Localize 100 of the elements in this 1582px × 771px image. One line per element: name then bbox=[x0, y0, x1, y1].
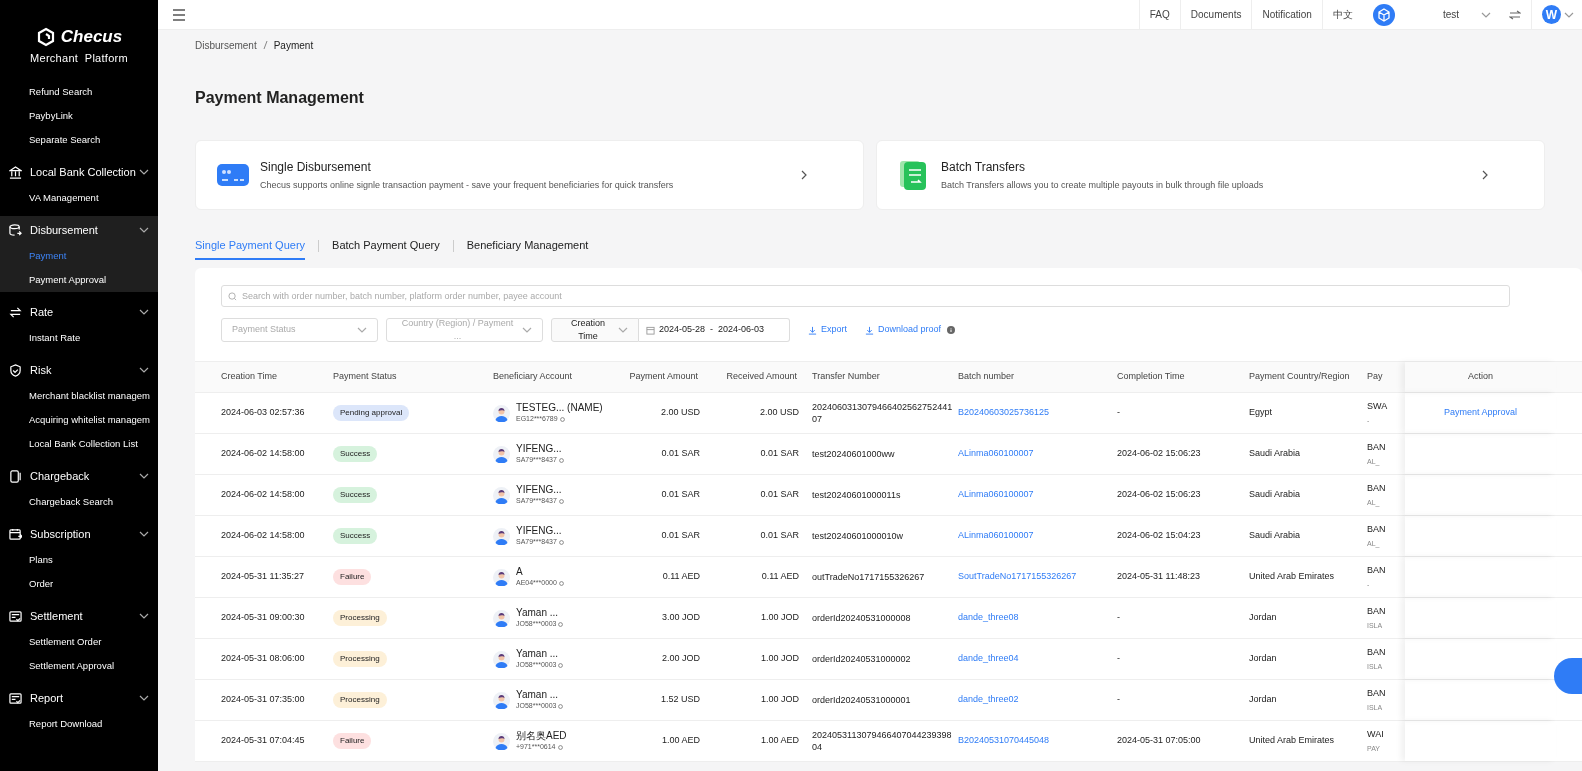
chevron-icon bbox=[139, 309, 149, 315]
menu-item[interactable]: VA Management bbox=[0, 186, 158, 210]
table-cell-text: BAN bbox=[1367, 563, 1387, 577]
table-cell-text: - bbox=[1117, 406, 1121, 420]
avatar-icon bbox=[493, 527, 510, 545]
table-cell-text: test20240601000011s bbox=[811, 489, 902, 501]
menu-item[interactable]: Payment Approval bbox=[0, 268, 158, 292]
logo-icon bbox=[35, 26, 56, 47]
menu-group[interactable]: Settlement bbox=[0, 602, 158, 630]
table-cell-text: SWA bbox=[1367, 399, 1389, 413]
menu-item[interactable]: PaybyLink bbox=[0, 104, 158, 128]
status-badge: Processing bbox=[333, 651, 387, 667]
menu-item[interactable]: Payment bbox=[0, 244, 158, 268]
chevron-icon bbox=[139, 695, 149, 701]
batch-link[interactable]: SoutTradeNo1717155326267 bbox=[958, 570, 1117, 584]
approval-link[interactable]: Payment Approval bbox=[1443, 406, 1517, 420]
menu-group[interactable]: Risk bbox=[0, 356, 158, 384]
top-link[interactable]: 中文 bbox=[1321, 0, 1363, 29]
separator-icon bbox=[262, 40, 268, 50]
chevron-icon bbox=[139, 613, 149, 619]
table-cell-text: 2024-05-31 11:35:27 bbox=[220, 570, 305, 584]
column-header: Received Amount bbox=[725, 370, 798, 384]
credit-card-icon bbox=[216, 161, 250, 189]
table-cell-text: 0.01 SAR bbox=[759, 529, 799, 543]
batch-link[interactable]: ALinma060100007 bbox=[958, 529, 1117, 543]
chevron-icon bbox=[139, 367, 149, 373]
menu-item[interactable]: Order bbox=[0, 572, 158, 596]
menu-group[interactable]: Subscription bbox=[0, 520, 158, 548]
status-badge: Failure bbox=[333, 569, 372, 585]
table-cell-text: 2024-05-31 11:48:23 bbox=[1117, 570, 1201, 584]
table-cell-text: 2024-06-02 14:58:00 bbox=[220, 529, 306, 543]
batch-link[interactable]: ALinma060100007 bbox=[958, 488, 1117, 502]
batch-link[interactable]: dande_three04 bbox=[958, 652, 1117, 666]
menu-group[interactable]: Chargeback bbox=[0, 462, 158, 490]
table-cell-text: 1.00 AED bbox=[759, 734, 799, 748]
user-dropdown[interactable]: test bbox=[1442, 7, 1491, 22]
top-link[interactable]: FAQ bbox=[1138, 0, 1180, 29]
table-cell-text: 1.00 AED bbox=[660, 734, 700, 748]
tab[interactable]: Single Payment Query bbox=[195, 232, 306, 260]
table-cell-text: 2024-06-02 15:06:23 bbox=[1117, 447, 1202, 461]
table-cell-text: Jordan bbox=[1249, 693, 1278, 707]
batch-link[interactable]: B20240603025736125 bbox=[958, 406, 1117, 420]
download-proof-link[interactable]: Download proof bbox=[865, 323, 942, 337]
table-cell-text: 1.52 USD bbox=[659, 693, 700, 707]
column-header: Payment Amount bbox=[628, 370, 699, 384]
avatar-icon bbox=[493, 486, 510, 504]
menu-group[interactable]: Report bbox=[0, 684, 158, 712]
menu-group[interactable]: Local Bank Collection bbox=[0, 158, 158, 186]
download-icon bbox=[865, 325, 874, 335]
batch-link[interactable]: ALinma060100007 bbox=[958, 447, 1117, 461]
beneficiary-name: YIFENG... bbox=[516, 442, 563, 455]
menu-item[interactable]: Local Bank Collection List bbox=[0, 432, 158, 456]
menu-item[interactable]: Merchant blacklist managem bbox=[0, 384, 158, 408]
table-cell-text: Jordan bbox=[1249, 652, 1278, 666]
batch-link[interactable]: B20240531070445048 bbox=[958, 734, 1117, 748]
avatar-icon bbox=[493, 691, 510, 709]
status-badge: Pending approval bbox=[333, 405, 410, 421]
batch-link[interactable]: dande_three02 bbox=[958, 693, 1117, 707]
action-card[interactable]: Batch Transfers Batch Transfers allows you to create multiple payouts in bulk through file uploads bbox=[876, 140, 1545, 210]
table-cell-text: BAN bbox=[1367, 440, 1387, 454]
menu-group[interactable]: Disbursement bbox=[0, 216, 158, 244]
menu-item[interactable]: Chargeback Search bbox=[0, 490, 158, 514]
time-type-select[interactable]: Creation Time bbox=[551, 318, 639, 342]
batch-link[interactable]: dande_three08 bbox=[958, 611, 1117, 625]
table-cell-text: outTradeNo1717155326267 bbox=[811, 571, 926, 583]
chevron-icon bbox=[139, 531, 149, 537]
export-link[interactable]: Export bbox=[808, 323, 847, 337]
search-field[interactable]: Search with order number, batch number, platform order number, payee account bbox=[221, 285, 1510, 307]
menu-item[interactable]: Separate Search bbox=[0, 128, 158, 152]
avatar-icon bbox=[493, 404, 510, 422]
tab[interactable]: Batch Payment Query bbox=[332, 232, 440, 260]
tab[interactable]: Beneficiary Management bbox=[466, 232, 589, 260]
column-header: Pay bbox=[1367, 370, 1384, 384]
status-badge: Success bbox=[333, 446, 378, 462]
menu-item[interactable]: Instant Rate bbox=[0, 326, 158, 350]
chevron-icon bbox=[357, 327, 367, 333]
menu-item[interactable]: Refund Search bbox=[0, 80, 158, 104]
chevron-icon bbox=[139, 169, 149, 175]
table-cell-text: orderId20240531000001 bbox=[811, 694, 912, 706]
table-cell-text: 0.01 SAR bbox=[660, 488, 700, 502]
table-cell-text: 1.00 JOD bbox=[759, 611, 799, 625]
menu-item[interactable]: Acquiring whitelist managem bbox=[0, 408, 158, 432]
date-range-field[interactable]: 2024-05-28 - 2024-06-03 bbox=[639, 318, 790, 342]
menu-item[interactable]: Settlement Approval bbox=[0, 654, 158, 678]
beneficiary-name: TESTEG... (NAME) bbox=[516, 401, 604, 414]
column-header: Action bbox=[1405, 362, 1556, 392]
table-cell-text: 3.00 JOD bbox=[660, 611, 700, 625]
top-link[interactable]: Notification bbox=[1251, 0, 1322, 29]
action-card[interactable]: Single Disbursement Checus supports online signle transaction payment - save your frequent beneficiaries for quick transfers bbox=[195, 140, 864, 210]
status-badge: Success bbox=[333, 487, 378, 503]
top-link[interactable]: Documents bbox=[1179, 0, 1252, 29]
menu-group[interactable]: Rate bbox=[0, 298, 158, 326]
menu-item[interactable]: Plans bbox=[0, 548, 158, 572]
account-menu[interactable]: W bbox=[1531, 0, 1582, 29]
breadcrumb-item[interactable]: Disbursement bbox=[195, 37, 257, 53]
menu-item[interactable]: Settlement Order bbox=[0, 630, 158, 654]
status-badge: Success bbox=[333, 528, 378, 544]
column-header: Creation Time bbox=[220, 370, 279, 384]
page-title: Payment Management bbox=[195, 88, 365, 108]
menu-item[interactable]: Report Download bbox=[0, 712, 158, 736]
